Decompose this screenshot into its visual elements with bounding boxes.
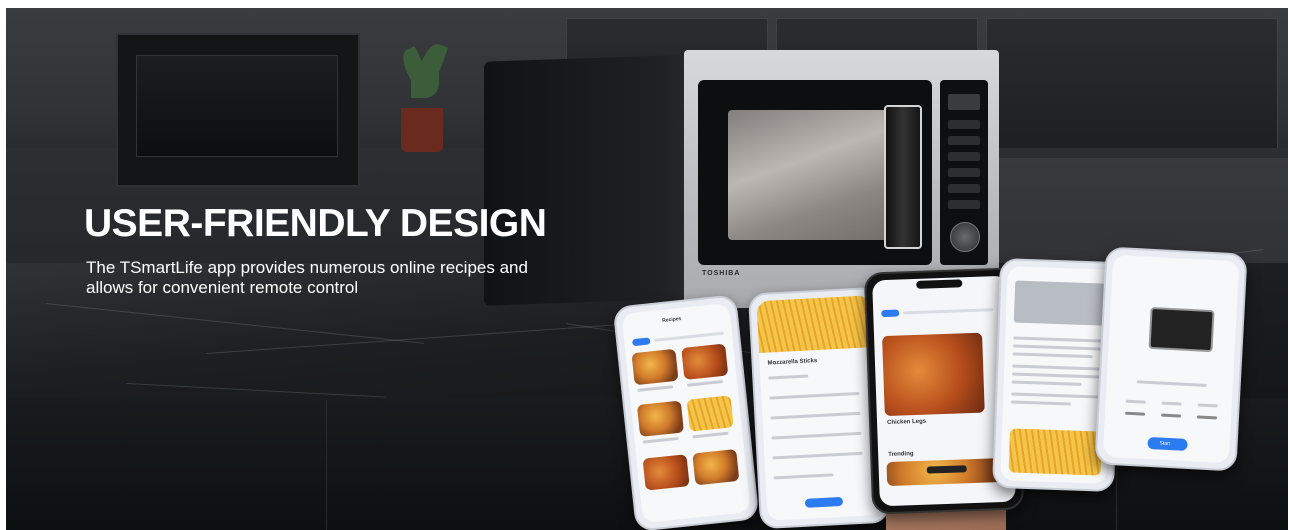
start-button-label: Start — [1159, 440, 1171, 448]
phone-remote-control: Start — [1094, 246, 1248, 472]
dish-image — [1008, 428, 1103, 476]
hero-banner: TOSHIBA USER-FRIENDLY DESIGN The TSmartL… — [6, 8, 1288, 530]
microwave-icon — [1148, 306, 1215, 353]
microwave-handle — [884, 105, 922, 249]
section-heading: Trending — [888, 451, 914, 458]
plant-pot — [401, 108, 443, 152]
phone-screen-title: Recipes — [661, 315, 682, 324]
microwave-window — [728, 110, 898, 240]
dial-knob — [950, 222, 980, 252]
recipe-thumbnail — [692, 448, 740, 486]
control-panel — [940, 80, 988, 265]
headline: USER-FRIENDLY DESIGN — [84, 202, 547, 245]
recipe-thumbnail — [686, 395, 734, 432]
featured-recipe-image — [882, 332, 985, 417]
cabinet-door — [986, 18, 1278, 150]
recipe-thumbnail — [636, 400, 685, 437]
start-button: Start — [1147, 436, 1188, 451]
microwave-oven: TOSHIBA — [484, 50, 999, 308]
start-cooking-button — [804, 496, 844, 508]
recipe-thumbnail — [631, 348, 679, 386]
recipe-thumbnail — [642, 454, 690, 491]
recipe-thumbnail — [681, 343, 729, 380]
subheadline: The TSmartLife app provides numerous onl… — [86, 258, 528, 297]
built-in-oven — [116, 33, 360, 187]
plant-leaf — [411, 68, 439, 98]
recipe-title: Mozzarella Sticks — [767, 358, 818, 367]
oven-image — [1013, 280, 1106, 326]
phone-recipe-list: Recipes — [612, 294, 760, 530]
brand-logo: TOSHIBA — [702, 270, 741, 277]
recipe-hero-image — [756, 295, 873, 354]
featured-recipe-title: Chicken Legs — [886, 418, 927, 427]
